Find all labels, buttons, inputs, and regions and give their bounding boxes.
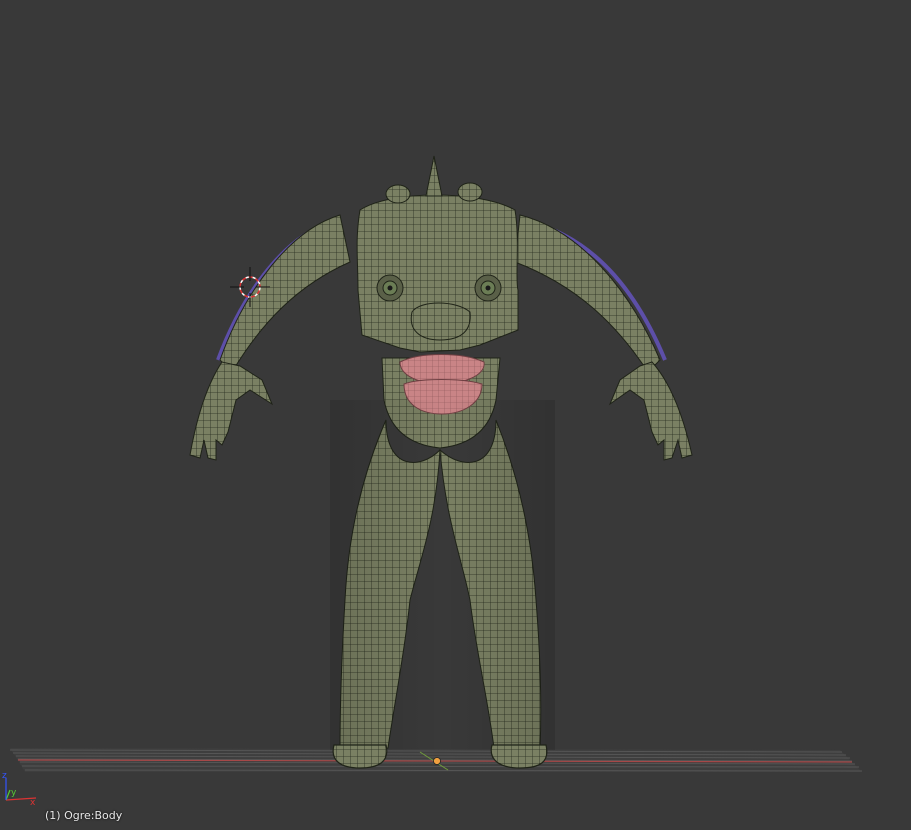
right-eye — [474, 274, 502, 302]
axis-y-label: y — [11, 788, 17, 798]
ogre-body-mesh[interactable] — [189, 155, 693, 769]
3d-viewport[interactable]: x y z (1) Ogre:Body — [0, 0, 911, 830]
left-eye — [376, 274, 404, 302]
axis-x-label: x — [30, 798, 36, 808]
viewport-canvas[interactable]: x y z — [0, 0, 911, 830]
active-object-label: (1) Ogre:Body — [45, 809, 123, 822]
axis-gizmo-icon: x y z — [2, 771, 37, 808]
object-origin-icon — [433, 757, 441, 765]
axis-z-label: z — [2, 771, 7, 781]
